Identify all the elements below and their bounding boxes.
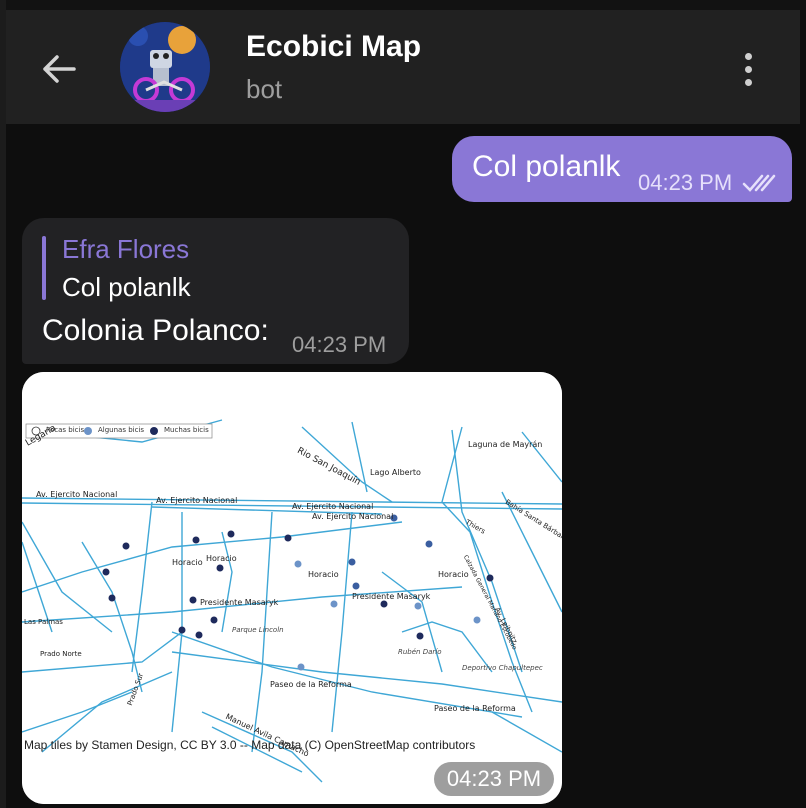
map-label: Presidente Masaryk [352, 592, 431, 601]
outgoing-message-text: Col polanlk [472, 150, 621, 183]
map-legend-label-3: Muchas bicis [164, 426, 209, 434]
map-label: Av. Ejercito Nacional [156, 496, 238, 505]
map-time-badge: 04:23 PM [434, 762, 554, 796]
robot-bike-avatar-image [120, 22, 210, 112]
more-vertical-icon-dot [744, 52, 752, 60]
chat-title[interactable]: Ecobici Map [246, 30, 421, 64]
chat-subtitle: bot [246, 74, 283, 104]
map-label: Parque Lincoln [232, 626, 284, 634]
map-label: Horacio [172, 558, 203, 567]
map-legend-label-2: Algunas bicis [98, 426, 145, 434]
map-attribution: Map tiles by Stamen Design, CC BY 3.0 --… [24, 738, 476, 752]
incoming-message-text: Colonia Polanco: [42, 314, 269, 347]
window-top-strip [6, 0, 806, 10]
map-label: Laguna de Mayrán [468, 440, 543, 449]
more-vertical-icon-dot [744, 78, 752, 86]
map-label: Presidente Masaryk [200, 598, 279, 607]
map-label: Horacio [308, 570, 339, 579]
map-label: Av. Ejercito Nacional [312, 512, 394, 521]
double-check-icon [742, 174, 776, 192]
reply-quoted-text[interactable]: Col polanlk [62, 272, 191, 303]
map-label: Paseo de la Reforma [434, 704, 516, 713]
map-label: Paseo de la Reforma [270, 680, 352, 689]
outgoing-message-time: 04:23 PM [638, 170, 733, 195]
more-menu-button[interactable] [728, 44, 768, 94]
reply-quote-bar [42, 236, 46, 300]
map-label: Av. Ejercito Nacional [36, 490, 118, 499]
map-label: Horacio [438, 570, 469, 579]
more-vertical-icon-dot [744, 65, 752, 73]
map-label: Deportivo Chapultepec [462, 664, 543, 672]
map-label: Las Palmas [24, 618, 63, 626]
map-label: Lago Alberto [370, 468, 421, 477]
map-label: Rubén Darío [398, 648, 442, 656]
back-button[interactable] [32, 44, 86, 94]
arrow-left-icon [43, 55, 76, 83]
map-message-time: 04:23 PM [446, 766, 542, 791]
map-label: Horacio [206, 554, 237, 563]
reply-author[interactable]: Efra Flores [62, 234, 189, 265]
incoming-message-time: 04:23 PM [292, 332, 387, 357]
map-label: Av. Ejercito Nacional [292, 502, 374, 511]
avatar[interactable] [120, 22, 210, 112]
map-label: Prado Norte [40, 650, 82, 658]
